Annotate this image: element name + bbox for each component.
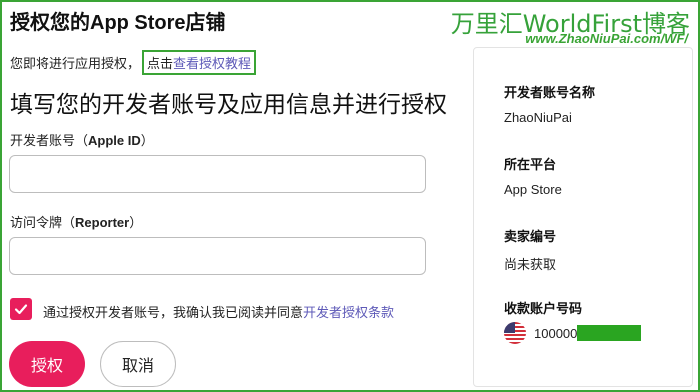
developer-account-label: 开发者账号（Apple ID） [10,130,154,149]
developer-name-value: ZhaoNiuPai [504,110,572,125]
access-token-input[interactable] [9,237,426,275]
tutorial-link[interactable]: 查看授权教程 [173,53,251,72]
access-token-label: 访问令牌（Reporter） [10,212,142,231]
agreement-checkbox[interactable] [10,298,32,320]
intro-prefix: 点击 [147,56,174,71]
checkmark-icon [14,304,28,315]
seller-id-value: 尚未获取 [504,257,557,272]
page-title: 授权您的App Store店铺 [10,12,226,34]
developer-account-label-bold: Apple ID [88,133,141,148]
watermark-url: www.ZhaoNiuPai.com/WF/ [525,31,688,46]
intro-text: 您即将进行应用授权， [10,56,141,71]
intro-line: 您即将进行应用授权， 点击 查看授权教程 [10,50,257,75]
developer-account-label-end: ） [140,133,154,148]
account-summary-panel: 开发者账号名称 ZhaoNiuPai 所在平台 App Store 卖家编号 尚… [473,47,693,387]
authorize-button[interactable]: 授权 [9,341,85,387]
access-token-label-bold: Reporter [75,215,130,230]
agreement-text: 通过授权开发者账号，我确认我已阅读并同意 [43,305,304,320]
cancel-button[interactable]: 取消 [100,341,176,387]
terms-link[interactable]: 开发者授权条款 [303,305,394,320]
access-token-label-end: ） [129,215,143,230]
developer-account-input[interactable] [9,155,426,193]
agreement-text-line: 通过授权开发者账号，我确认我已阅读并同意开发者授权条款 [43,302,394,321]
form-heading: 填写您的开发者账号及应用信息并进行授权 [10,91,447,117]
developer-account-label-text: 开发者账号（ [10,133,89,148]
payout-account-label: 收款账户号码 [504,301,583,316]
us-flag-icon [504,322,526,344]
tutorial-link-highlight: 点击 查看授权教程 [142,50,257,75]
payout-account-value: 100000 [534,325,578,341]
platform-value: App Store [504,182,562,197]
seller-id-label: 卖家编号 [504,229,557,244]
access-token-label-text: 访问令牌（ [10,215,76,230]
platform-label: 所在平台 [504,157,557,172]
redaction-bar [577,325,642,341]
developer-name-label: 开发者账号名称 [504,85,596,100]
payout-account-row: 100000 [534,325,642,341]
